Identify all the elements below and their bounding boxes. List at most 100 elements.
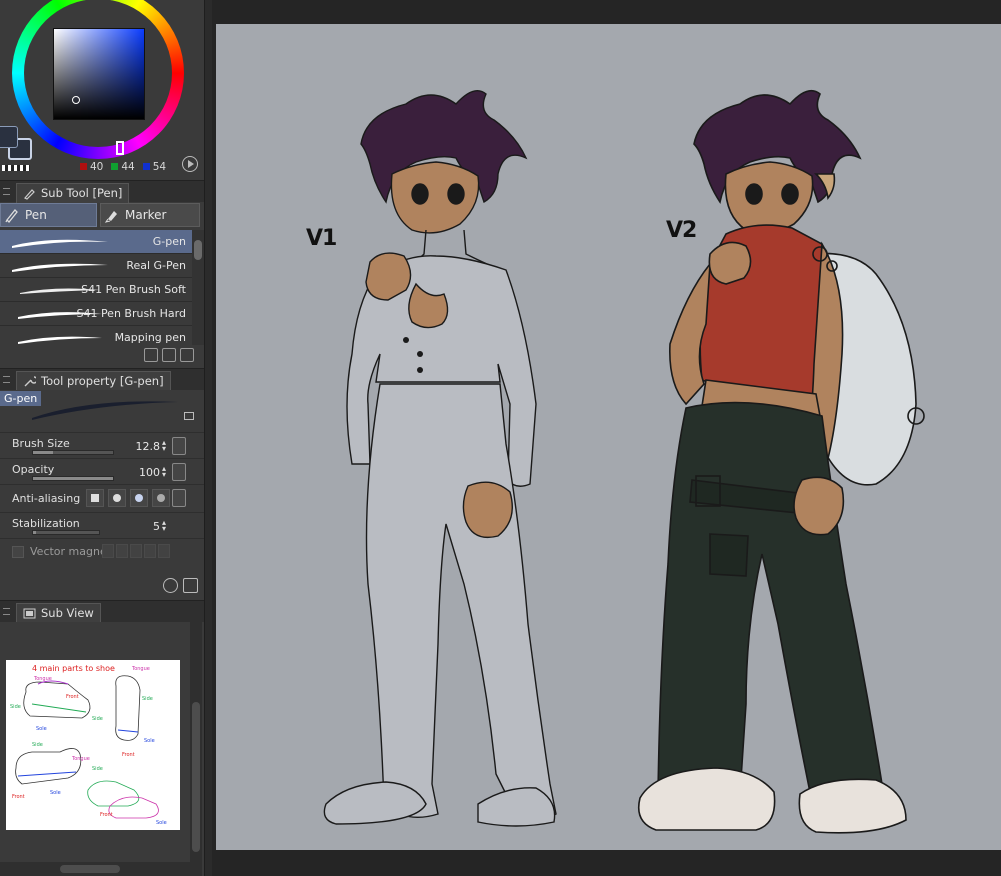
subview-reference-image[interactable]: 4 main parts to shoe Tongue Side Front S… <box>6 660 180 830</box>
svg-text:Side: Side <box>32 742 43 748</box>
blue-value: 54 <box>152 161 167 173</box>
tool-property-tab[interactable]: Tool property [G-pen] <box>16 371 171 391</box>
stepper-icon[interactable]: ▴ ▾ <box>162 465 170 479</box>
opacity-options-button[interactable] <box>172 463 186 481</box>
svg-text:Sole: Sole <box>144 738 155 744</box>
panel-grip-icon[interactable] <box>3 608 10 615</box>
wrench-icon <box>24 376 36 387</box>
vector-magnet-checkbox[interactable] <box>12 546 24 558</box>
brush-list-scrollbar[interactable] <box>192 230 204 345</box>
green-chip-icon <box>111 163 119 170</box>
green-value: 44 <box>121 161 135 173</box>
subview-title: Sub View <box>41 606 94 620</box>
list-item[interactable]: S41 Pen Brush Hard <box>0 302 192 326</box>
label-v1: V1 <box>306 226 337 251</box>
red-value: 40 <box>90 161 104 173</box>
play-icon[interactable] <box>182 156 198 172</box>
svg-text:Sole: Sole <box>36 726 47 732</box>
trash-icon[interactable] <box>180 348 194 362</box>
aa-weak-option[interactable] <box>108 489 126 507</box>
opacity-slider[interactable] <box>32 476 114 481</box>
tool-property-footer <box>163 578 198 593</box>
svg-text:Sole: Sole <box>156 820 167 826</box>
reference-caption: 4 main parts to shoe <box>32 664 115 673</box>
brush-name: S41 Pen Brush Soft <box>81 283 186 296</box>
image-icon <box>23 608 36 619</box>
lock-icon[interactable] <box>184 412 194 420</box>
saturation-value-square[interactable] <box>53 28 145 120</box>
list-item[interactable]: G-pen <box>0 230 192 254</box>
svg-text:Side: Side <box>142 696 153 702</box>
subview-header: Sub View <box>0 600 204 623</box>
brush-name: Mapping pen <box>114 331 186 344</box>
panel-divider[interactable] <box>204 0 212 876</box>
opacity-row: Opacity 100 ▴ ▾ <box>0 458 204 484</box>
svg-text:Side: Side <box>92 766 103 772</box>
blue-chip-icon <box>142 163 150 170</box>
brush-actions <box>144 348 194 362</box>
svg-text:Tongue: Tongue <box>33 676 52 682</box>
brush-name: Real G-Pen <box>126 259 186 272</box>
svg-text:Front: Front <box>122 752 135 758</box>
stepper-icon[interactable]: ▴ ▾ <box>162 439 170 453</box>
marker-icon <box>104 211 117 223</box>
panel-grip-icon[interactable] <box>3 188 10 195</box>
aa-none-option[interactable] <box>86 489 104 507</box>
subtool-panel-header: Sub Tool [Pen] <box>0 180 204 203</box>
wrench-icon[interactable] <box>183 578 198 593</box>
brush-label: G-pen <box>0 391 42 406</box>
subview-tab[interactable]: Sub View <box>16 603 101 623</box>
anti-aliasing-row: Anti-aliasing <box>0 484 204 510</box>
tool-property-title: Tool property [G-pen] <box>41 374 164 388</box>
v2-character <box>637 89 917 834</box>
brush-size-label: Brush Size <box>12 437 70 450</box>
opacity-label: Opacity <box>12 463 55 476</box>
left-panel: 40 44 54 Sub Tool [Pen] Pen Marker G-pen <box>0 0 204 876</box>
panel-grip-icon[interactable] <box>3 376 10 383</box>
transparent-color-swatch[interactable] <box>2 165 30 171</box>
v1-character-sketch <box>323 90 557 827</box>
stabilization-row: Stabilization 5 ▴ ▾ <box>0 512 204 538</box>
list-item[interactable]: Real G-Pen <box>0 254 192 278</box>
brush-name: G-pen <box>152 235 186 248</box>
subtool-panel-tab[interactable]: Sub Tool [Pen] <box>16 183 130 203</box>
hue-picker-marker[interactable] <box>116 141 124 155</box>
sv-picker-marker[interactable] <box>72 96 80 104</box>
tab-pen[interactable]: Pen <box>0 203 97 227</box>
stabilization-value[interactable]: 5 <box>153 520 160 533</box>
brush-stroke-preview <box>12 239 108 248</box>
label-v2: V2 <box>666 218 697 243</box>
vector-magnet-row: Vector magnet <box>0 538 204 564</box>
subview-horizontal-scrollbar[interactable] <box>0 862 190 876</box>
svg-text:Front: Front <box>66 694 79 700</box>
subview-vertical-scrollbar[interactable] <box>190 622 202 876</box>
rgb-readout: 40 44 54 <box>80 161 166 173</box>
chevron-down-icon[interactable] <box>172 489 186 507</box>
brush-stroke-preview <box>12 263 108 272</box>
tab-marker[interactable]: Marker <box>100 203 200 227</box>
shoe-reference-sketch: 4 main parts to shoe Tongue Side Front S… <box>10 664 167 826</box>
brush-size-slider[interactable] <box>32 450 114 455</box>
main-color-swatch[interactable] <box>0 126 18 148</box>
pen-icon <box>5 209 18 223</box>
aa-medium-option[interactable] <box>130 489 148 507</box>
stabilization-slider[interactable] <box>32 530 100 535</box>
duplicate-icon[interactable] <box>162 348 176 362</box>
brush-size-row: Brush Size 12.8 ▴ ▾ <box>0 432 204 458</box>
settings-dial-icon[interactable] <box>163 578 178 593</box>
tab-pen-label: Pen <box>25 208 47 222</box>
list-item[interactable]: Mapping pen <box>0 326 192 345</box>
aa-strong-option[interactable] <box>152 489 170 507</box>
tool-property-header: Tool property [G-pen] <box>0 368 204 391</box>
download-icon[interactable] <box>144 348 158 362</box>
list-item[interactable]: S41 Pen Brush Soft <box>0 278 192 302</box>
stepper-icon[interactable]: ▴ ▾ <box>162 519 170 533</box>
opacity-value[interactable]: 100 <box>139 466 160 479</box>
brush-icon <box>24 189 35 200</box>
character-artwork <box>323 89 925 834</box>
drawing-canvas[interactable]: V1 V2 <box>216 24 1001 850</box>
brush-size-value[interactable]: 12.8 <box>136 440 161 453</box>
svg-text:Tongue: Tongue <box>71 756 90 762</box>
brush-size-options-button[interactable] <box>172 437 186 455</box>
svg-text:Sole: Sole <box>50 790 61 796</box>
